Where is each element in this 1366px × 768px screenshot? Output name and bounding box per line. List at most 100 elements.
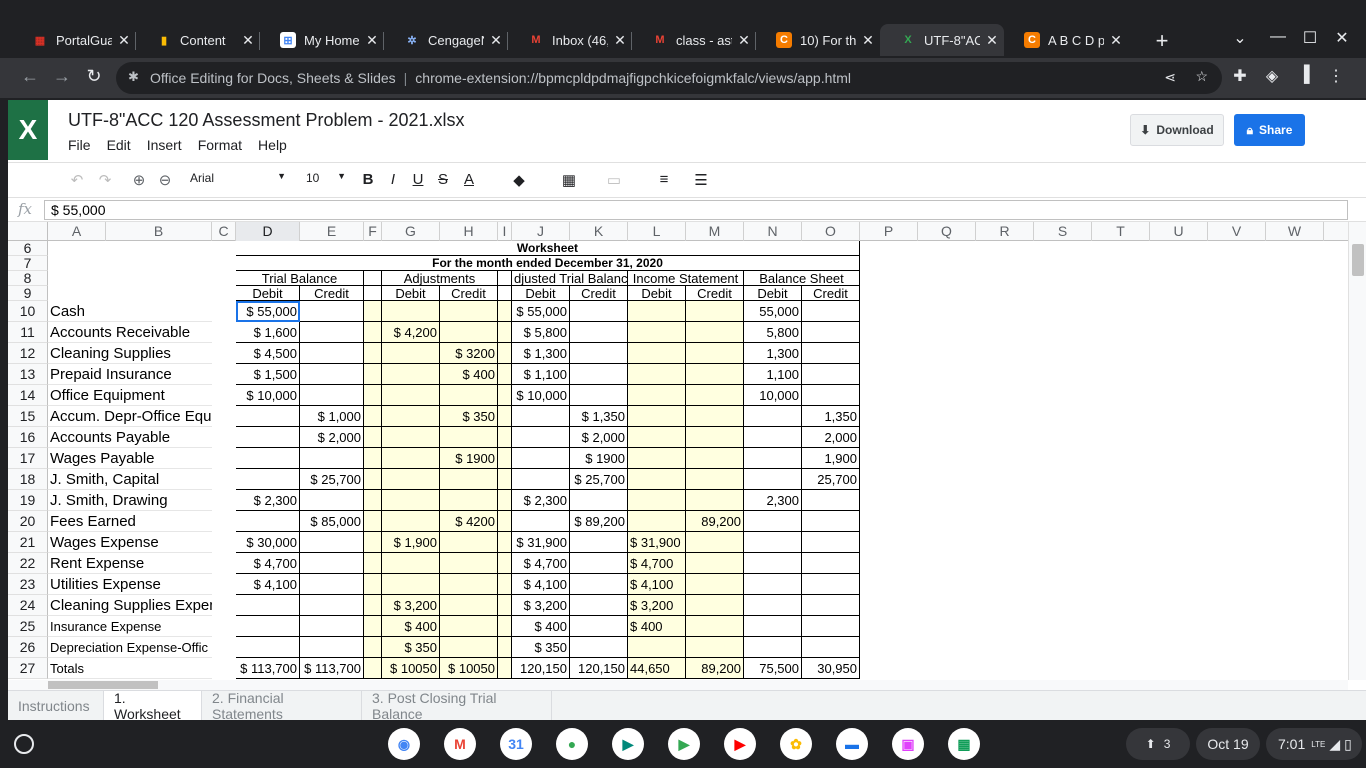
- cell-is-d[interactable]: $ 400: [628, 616, 686, 637]
- spacer-cell[interactable]: [498, 385, 512, 406]
- browser-tab[interactable]: C10) For thi✕: [756, 26, 880, 54]
- spacer-cell[interactable]: [364, 616, 382, 637]
- cell-tb-d[interactable]: $ 4,700: [236, 553, 300, 574]
- cell-bs-d[interactable]: 1,100: [744, 364, 802, 385]
- sub-header-credit[interactable]: Credit: [802, 286, 860, 301]
- account-label[interactable]: Depreciation Expense-Offic: [48, 637, 212, 658]
- cell-bs-c[interactable]: [802, 385, 860, 406]
- account-label[interactable]: Prepaid Insurance: [48, 364, 212, 385]
- cell-atb-c[interactable]: [570, 301, 628, 322]
- cell-atb-d[interactable]: $ 55,000: [512, 301, 570, 322]
- cell-adj-d[interactable]: $ 4,200: [382, 322, 440, 343]
- cell-is-d[interactable]: [628, 469, 686, 490]
- cell-adj-c[interactable]: [440, 490, 498, 511]
- spacer-cell[interactable]: [498, 511, 512, 532]
- cell-atb-c[interactable]: 120,150: [570, 658, 628, 679]
- cell-is-d[interactable]: [628, 427, 686, 448]
- column-header-a[interactable]: A: [48, 222, 106, 241]
- window-close-icon[interactable]: ✕: [1330, 28, 1354, 48]
- cell-atb-d[interactable]: [512, 448, 570, 469]
- column-header-b[interactable]: B: [106, 222, 212, 241]
- cell-adj-c[interactable]: [440, 301, 498, 322]
- cell-bs-c[interactable]: [802, 553, 860, 574]
- section-header[interactable]: Income Statement: [628, 271, 744, 286]
- cell-tb-d[interactable]: [236, 511, 300, 532]
- row-header-20[interactable]: 20: [8, 511, 48, 532]
- cell-tb-c[interactable]: [300, 343, 364, 364]
- worksheet-period[interactable]: For the month ended December 31, 2020: [236, 256, 860, 271]
- cell-is-d[interactable]: [628, 511, 686, 532]
- cell-is-d[interactable]: [628, 637, 686, 658]
- cell-atb-c[interactable]: [570, 637, 628, 658]
- spacer-cell[interactable]: [364, 532, 382, 553]
- cell-is-c[interactable]: [686, 595, 744, 616]
- bold-icon[interactable]: B: [357, 171, 379, 188]
- cell-atb-c[interactable]: [570, 385, 628, 406]
- cell-tb-d[interactable]: [236, 469, 300, 490]
- cell-adj-d[interactable]: [382, 490, 440, 511]
- cell-is-c[interactable]: [686, 427, 744, 448]
- fill-color-icon[interactable]: ◆: [508, 171, 530, 189]
- cell-bs-d[interactable]: [744, 469, 802, 490]
- cell-bs-c[interactable]: 25,700: [802, 469, 860, 490]
- cell-atb-c[interactable]: [570, 595, 628, 616]
- cell-adj-d[interactable]: $ 1,900: [382, 532, 440, 553]
- cell-atb-d[interactable]: $ 10,000: [512, 385, 570, 406]
- row-header-19[interactable]: 19: [8, 490, 48, 511]
- spacer-cell[interactable]: [364, 286, 382, 301]
- wrap-text-icon[interactable]: ≡: [653, 171, 675, 188]
- cell-is-d[interactable]: [628, 301, 686, 322]
- cell-adj-d[interactable]: [382, 469, 440, 490]
- spacer-cell[interactable]: [364, 553, 382, 574]
- sub-header-debit[interactable]: Debit: [236, 286, 300, 301]
- cell-tb-c[interactable]: $ 113,700: [300, 658, 364, 679]
- spacer-cell[interactable]: [498, 658, 512, 679]
- browser-tab[interactable]: ✲CengageN✕: [384, 26, 508, 54]
- download-button[interactable]: ⬇ Download: [1130, 114, 1224, 146]
- browser-tab[interactable]: Mclass - ast✕: [632, 26, 756, 54]
- row-header-16[interactable]: 16: [8, 427, 48, 448]
- meet-icon[interactable]: ▶: [612, 728, 644, 760]
- reload-icon[interactable]: ↻: [82, 66, 106, 87]
- account-label[interactable]: Accounts Receivable: [48, 322, 212, 343]
- cell-bs-c[interactable]: [802, 616, 860, 637]
- cell-atb-c[interactable]: [570, 322, 628, 343]
- redo-icon[interactable]: ↷: [94, 171, 116, 189]
- cell-atb-d[interactable]: $ 5,800: [512, 322, 570, 343]
- cell-is-c[interactable]: [686, 364, 744, 385]
- row-header-21[interactable]: 21: [8, 532, 48, 553]
- column-header-s[interactable]: S: [1034, 222, 1092, 241]
- section-header[interactable]: Balance Sheet: [744, 271, 860, 286]
- spacer-cell[interactable]: [364, 364, 382, 385]
- column-header-j[interactable]: J: [512, 222, 570, 241]
- cell-adj-c[interactable]: [440, 385, 498, 406]
- cell-atb-c[interactable]: [570, 490, 628, 511]
- section-header[interactable]: djusted Trial Balance: [512, 271, 628, 286]
- column-header-q[interactable]: Q: [918, 222, 976, 241]
- cell-bs-d[interactable]: [744, 595, 802, 616]
- close-icon[interactable]: ✕: [112, 32, 136, 49]
- column-header-r[interactable]: R: [976, 222, 1034, 241]
- cell-is-d[interactable]: $ 3,200: [628, 595, 686, 616]
- spacer-cell[interactable]: [364, 322, 382, 343]
- cell-bs-d[interactable]: [744, 616, 802, 637]
- keep-icon[interactable]: ▣: [892, 728, 924, 760]
- browser-tab[interactable]: XUTF-8"ACC✕: [880, 24, 1004, 56]
- cell-tb-c[interactable]: [300, 637, 364, 658]
- cell-atb-c[interactable]: [570, 553, 628, 574]
- forward-icon[interactable]: →: [50, 66, 74, 87]
- sub-header-credit[interactable]: Credit: [300, 286, 364, 301]
- row-header-6[interactable]: 6: [8, 241, 48, 256]
- spacer-cell[interactable]: [364, 448, 382, 469]
- cell-is-c[interactable]: [686, 385, 744, 406]
- cell-adj-d[interactable]: [382, 553, 440, 574]
- cell-tb-c[interactable]: [300, 364, 364, 385]
- account-label[interactable]: J. Smith, Drawing: [48, 490, 212, 511]
- account-label[interactable]: Utilities Expense: [48, 574, 212, 595]
- cell-is-c[interactable]: [686, 343, 744, 364]
- spacer-cell[interactable]: [364, 271, 382, 286]
- cell-bs-d[interactable]: 75,500: [744, 658, 802, 679]
- cell-adj-c[interactable]: [440, 616, 498, 637]
- close-icon[interactable]: ✕: [360, 32, 384, 49]
- account-label[interactable]: Accounts Payable: [48, 427, 212, 448]
